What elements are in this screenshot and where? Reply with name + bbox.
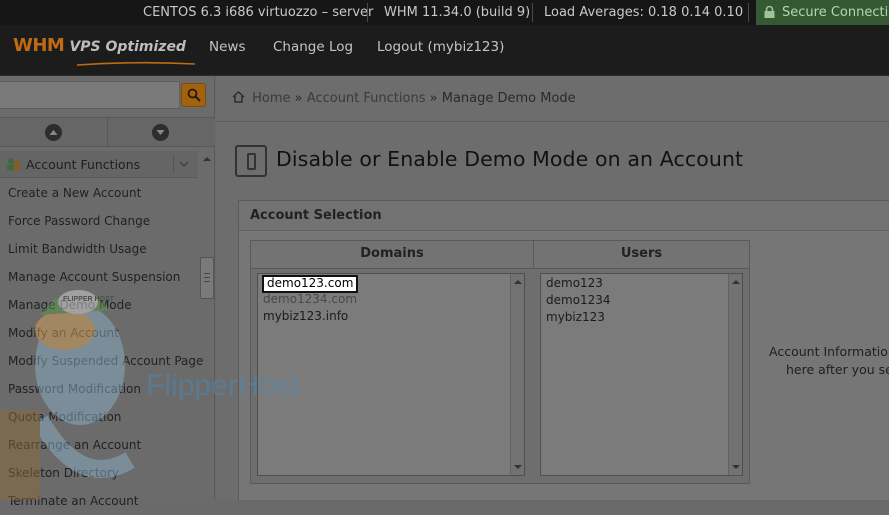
sidebar-search-input[interactable]: [0, 81, 180, 109]
breadcrumb: Home » Account Functions » Manage Demo M…: [232, 91, 576, 106]
sidebar: Account Functions Create a New Account F…: [0, 76, 215, 508]
logo-whm-text: WHM: [13, 35, 65, 56]
demo-mode-switch-icon: [235, 145, 267, 177]
top-header: WHM VPS Optimized News Change Log Logout…: [0, 25, 889, 76]
server-status-bar: CENTOS 6.3 i686 virtuozzo – server WHM 1…: [0, 0, 889, 25]
account-selection-table: Domains Users demo123.com demo1234.com m…: [250, 240, 750, 484]
account-info-line: Account Information: [769, 344, 889, 359]
search-button[interactable]: [181, 83, 206, 107]
secure-connection-indicator: Secure Connection: [756, 0, 889, 25]
status-divider: [367, 3, 368, 22]
sidebar-item-password-modification[interactable]: Password Modification: [8, 375, 141, 403]
sidebar-item-quota-modification[interactable]: Quota Modification: [8, 403, 121, 431]
user-option[interactable]: mybiz123: [544, 309, 607, 325]
sidebar-scrollbar-up-arrow[interactable]: [201, 154, 213, 164]
chevron-down-icon: [179, 161, 189, 168]
scroll-down-button[interactable]: [107, 118, 214, 147]
domains-listbox[interactable]: demo123.com demo1234.com mybiz123.info: [257, 273, 525, 476]
sidebar-section-account-functions[interactable]: Account Functions: [0, 151, 198, 178]
nav-logout-link[interactable]: Logout (mybiz123): [377, 25, 504, 76]
main-content: Home » Account Functions » Manage Demo M…: [216, 76, 889, 500]
section-title: Account Functions: [26, 157, 141, 172]
sidebar-item-skeleton-directory[interactable]: Skeleton Directory: [8, 459, 119, 487]
nav-change-log-link[interactable]: Change Log: [273, 25, 353, 76]
collapse-section-button[interactable]: [173, 155, 193, 173]
account-information-placeholder: Account Information here after you se: [769, 343, 889, 379]
sidebar-scroll-controls: [0, 117, 215, 147]
sidebar-item-manage-demo-mode[interactable]: Manage Demo Mode: [8, 291, 132, 319]
users-column-header: Users: [533, 241, 749, 269]
breadcrumb-account-functions-link[interactable]: Account Functions: [307, 91, 426, 106]
logo-vps-text: VPS Optimized: [69, 39, 186, 55]
whm-logo[interactable]: WHM VPS Optimized: [13, 35, 196, 66]
panel-title: Account Selection: [239, 201, 889, 231]
account-info-line: here after you se: [786, 362, 889, 377]
user-option[interactable]: demo1234: [544, 292, 613, 308]
panel-body: Domains Users demo123.com demo1234.com m…: [239, 232, 889, 500]
breadcrumb-separator: »: [429, 91, 438, 106]
users-scrollbar[interactable]: [728, 274, 742, 475]
sidebar-item-limit-bandwidth[interactable]: Limit Bandwidth Usage: [8, 235, 147, 263]
users-icon: [7, 158, 21, 171]
sidebar-item-modify-suspended-page[interactable]: Modify Suspended Account Page: [8, 347, 203, 375]
scroll-down-arrow-icon: [514, 465, 522, 469]
breadcrumb-home-link[interactable]: Home: [252, 91, 290, 106]
sidebar-scrollbar-thumb[interactable]: [200, 257, 214, 299]
account-selection-panel: Account Selection Domains Users demo123.…: [238, 200, 889, 500]
domain-option[interactable]: demo1234.com: [261, 291, 359, 307]
sidebar-item-force-password-change[interactable]: Force Password Change: [8, 207, 150, 235]
domains-column-header: Domains: [251, 241, 533, 269]
domains-scrollbar[interactable]: [510, 274, 524, 475]
sidebar-item-rearrange-account[interactable]: Rearrange an Account: [8, 431, 141, 459]
sidebar-item-modify-account[interactable]: Modify an Account: [8, 319, 119, 347]
users-listbox[interactable]: demo123 demo1234 mybiz123: [540, 273, 743, 476]
home-icon: [232, 91, 245, 103]
secure-connection-label: Secure Connection: [782, 5, 889, 20]
sidebar-item-manage-suspension[interactable]: Manage Account Suspension: [8, 263, 180, 291]
logo-swoosh-icon: [77, 61, 196, 66]
domain-option[interactable]: mybiz123.info: [261, 308, 350, 324]
sidebar-item-terminate-account[interactable]: Terminate an Account: [8, 487, 139, 515]
page-title: Disable or Enable Demo Mode on an Accoun…: [276, 147, 744, 171]
server-info: CENTOS 6.3 i686 virtuozzo – server: [143, 5, 374, 20]
whm-version: WHM 11.34.0 (build 9): [384, 5, 531, 20]
user-option[interactable]: demo123: [544, 275, 605, 291]
scroll-up-button[interactable]: [0, 118, 107, 147]
breadcrumb-bar: Home » Account Functions » Manage Demo M…: [216, 76, 889, 122]
breadcrumb-current: Manage Demo Mode: [441, 91, 576, 106]
lock-icon: [764, 6, 775, 18]
scroll-up-arrow-icon: [732, 280, 740, 284]
scroll-down-arrow-icon: [732, 465, 740, 469]
arrow-down-icon: [152, 124, 169, 141]
breadcrumb-separator: »: [294, 91, 303, 106]
status-divider: [748, 3, 749, 22]
scroll-up-arrow-icon: [514, 280, 522, 284]
status-divider: [532, 3, 533, 22]
sidebar-item-create-account[interactable]: Create a New Account: [8, 179, 141, 207]
search-icon: [187, 88, 201, 102]
load-averages: Load Averages: 0.18 0.14 0.10: [544, 5, 744, 20]
nav-news-link[interactable]: News: [209, 25, 245, 76]
arrow-up-icon: [45, 124, 62, 141]
